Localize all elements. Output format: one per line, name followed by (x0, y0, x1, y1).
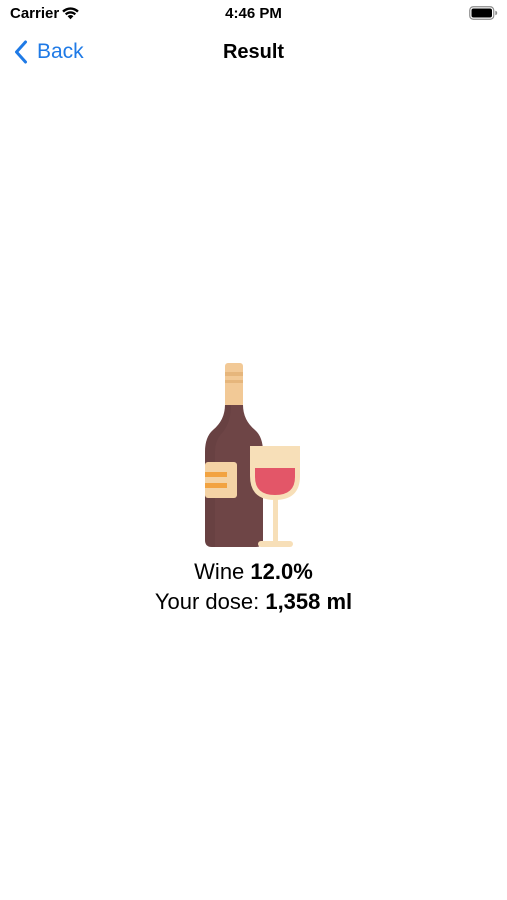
status-time: 4:46 PM (225, 5, 282, 22)
navigation-bar: Back Result (0, 30, 507, 74)
dose-value: 1,358 ml (265, 589, 353, 614)
drink-line: Wine 12.0% (0, 557, 507, 587)
drink-name: Wine (194, 559, 245, 584)
drink-abv: 12.0% (250, 559, 313, 584)
result-summary: Wine 12.0% Your dose: 1,358 ml (0, 557, 507, 617)
dose-label: Your dose: (154, 589, 260, 614)
dose-line: Your dose: 1,358 ml (0, 587, 507, 617)
battery-icon (469, 6, 498, 20)
wine-bottle-and-glass-icon (205, 363, 300, 547)
page-title: Result (222, 41, 285, 63)
status-bar: Carrier 4:46 PM (0, 0, 507, 28)
